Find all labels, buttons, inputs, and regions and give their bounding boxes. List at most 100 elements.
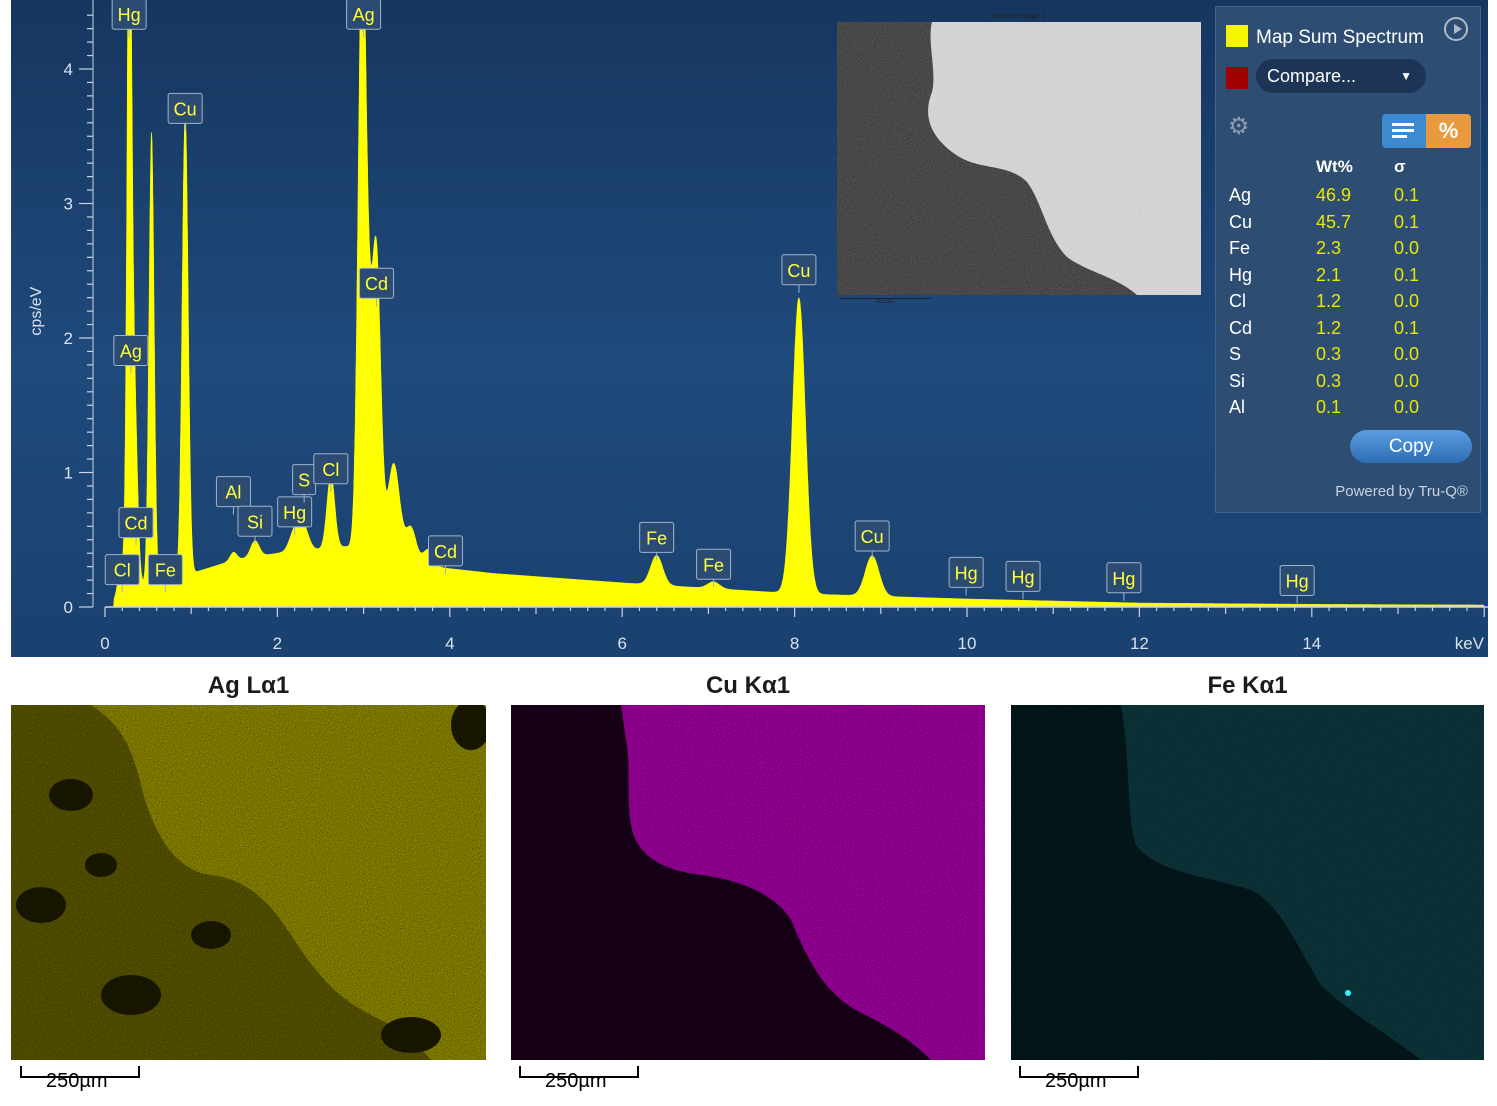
wt-header: Wt%	[1316, 157, 1353, 176]
compare-label: Compare...	[1267, 66, 1357, 86]
y-tick-label: 0	[64, 598, 73, 617]
list-icon-line	[1392, 135, 1407, 138]
peak-label: Hg	[1279, 564, 1315, 604]
quant-row: Hg 2.1 0.1	[1216, 265, 1482, 292]
quant-results-panel: Map Sum Spectrum Compare... ▼ ⚙ % Wt% σ …	[1215, 6, 1481, 513]
quant-row: Cd 1.2 0.1	[1216, 318, 1482, 345]
electron-image-title: Electron Image 1	[992, 13, 1046, 20]
sigma-value: 0.0	[1394, 370, 1420, 391]
peak-label-text: Ag	[353, 5, 375, 25]
spectrum-name: Map Sum Spectrum	[1256, 27, 1424, 48]
peak-label-text: Hg	[955, 563, 978, 583]
sigma-value: 0.1	[1394, 264, 1420, 285]
peak-label: Hg	[1005, 560, 1041, 600]
peak-label: Si	[237, 505, 273, 545]
x-tick-label: 6	[617, 634, 626, 653]
percent-view-button[interactable]: %	[1426, 114, 1471, 148]
peak-label-text: S	[298, 471, 310, 491]
wt-value: 45.7	[1316, 211, 1352, 232]
sigma-value: 0.0	[1394, 344, 1420, 364]
peak-label: Fe	[639, 521, 675, 561]
play-icon[interactable]	[1444, 17, 1468, 41]
electron-image[interactable]: Electron Image 1 250µm	[837, 13, 1201, 305]
element-symbol: Si	[1229, 370, 1246, 391]
peak-label-text: Cu	[861, 527, 884, 547]
sigma-value: 0.0	[1394, 291, 1420, 311]
peak-label-text: Fe	[703, 555, 724, 575]
compare-dropdown[interactable]: Compare... ▼	[1256, 59, 1426, 93]
sigma-header: σ	[1394, 157, 1406, 176]
cu-map-image	[511, 705, 985, 1060]
x-tick-label: 12	[1130, 634, 1149, 653]
compare-color-swatch[interactable]	[1226, 67, 1248, 89]
fe-element-map[interactable]	[1011, 705, 1484, 1060]
quant-row: Cu 45.7 0.1	[1216, 212, 1482, 239]
peak-label: Cu	[167, 92, 203, 132]
peak-label: Ag	[346, 0, 382, 38]
list-icon	[1392, 123, 1414, 126]
quant-row: Cl 1.2 0.0	[1216, 291, 1482, 318]
copy-button[interactable]: Copy	[1350, 430, 1472, 463]
x-tick-label: 2	[273, 634, 282, 653]
element-symbol: Cd	[1229, 317, 1253, 338]
quant-row: S 0.3 0.0	[1216, 344, 1482, 371]
wt-value: 0.1	[1316, 397, 1342, 417]
peak-label-text: Ag	[120, 341, 142, 361]
y-axis-label: cps/eV	[28, 286, 45, 335]
peak-label-text: Cu	[787, 261, 810, 281]
peak-label-text: Al	[225, 483, 241, 503]
peak-label-text: Hg	[118, 5, 141, 25]
x-tick-label: 10	[958, 634, 977, 653]
cu-map-scale-label: 250µm	[545, 1070, 607, 1092]
peak-label-text: Si	[247, 512, 263, 532]
y-tick-label: 3	[64, 195, 73, 214]
peak-label-text: Cl	[322, 460, 339, 480]
cu-element-map[interactable]	[511, 705, 985, 1060]
list-view-button[interactable]	[1382, 114, 1426, 148]
quant-row: Fe 2.3 0.0	[1216, 238, 1482, 265]
element-symbol: Ag	[1229, 185, 1252, 205]
y-tick-label: 1	[64, 464, 73, 483]
sigma-value: 0.1	[1394, 211, 1420, 232]
wt-value: 2.1	[1316, 264, 1342, 285]
wt-value: 0.3	[1316, 344, 1342, 364]
y-tick-label: 2	[64, 329, 73, 348]
ag-map-scale-label: 250µm	[46, 1070, 108, 1092]
fe-map-image	[1011, 705, 1484, 1060]
wt-value: 0.3	[1316, 370, 1342, 391]
element-symbol: S	[1229, 344, 1242, 364]
chevron-down-icon: ▼	[1400, 69, 1412, 83]
y-tick-label: 4	[64, 60, 73, 79]
x-tick-label: 4	[445, 634, 454, 653]
peak-label-text: Hg	[1012, 567, 1035, 587]
peak-label-text: Cd	[125, 514, 148, 534]
peak-label: Hg	[948, 556, 984, 596]
spectrum-color-swatch[interactable]	[1226, 25, 1248, 47]
peak-label: Fe	[696, 548, 732, 588]
cu-map-title: Cu Kα1	[705, 672, 791, 699]
x-axis-unit: keV	[1455, 634, 1485, 653]
wt-value: 2.3	[1316, 238, 1342, 258]
peak-label-text: Fe	[646, 528, 667, 548]
peak-label: Cu	[781, 254, 817, 293]
wt-value: 1.2	[1316, 317, 1342, 338]
quant-row: Al 0.1 0.0	[1216, 397, 1482, 424]
element-symbol: Fe	[1229, 238, 1251, 258]
peak-label-text: Hg	[283, 503, 306, 523]
peak-label-text: Cd	[434, 542, 457, 562]
sigma-value: 0.0	[1394, 238, 1420, 258]
peak-label-text: Cl	[114, 561, 131, 581]
element-symbol: Hg	[1229, 264, 1253, 285]
peak-label-text: Hg	[1286, 571, 1309, 591]
sigma-value: 0.1	[1394, 317, 1420, 338]
x-tick-label: 0	[100, 634, 109, 653]
wt-value: 1.2	[1316, 291, 1342, 311]
gear-icon[interactable]: ⚙	[1228, 115, 1250, 139]
peak-label-text: Cu	[174, 99, 197, 119]
fe-map-scale-label: 250µm	[1045, 1070, 1107, 1092]
wt-value: 46.9	[1316, 185, 1352, 205]
spectrum-panel: 0 2 4 6 8 10 12 14 keV 0 1 2 3 4 cps/eV Hg Ag Cu Ag Cd Cu Cd C…	[11, 0, 1488, 657]
peak-label: Hg	[111, 0, 147, 38]
ag-element-map[interactable]	[11, 705, 486, 1060]
quant-row: Ag 46.9 0.1	[1216, 185, 1482, 212]
